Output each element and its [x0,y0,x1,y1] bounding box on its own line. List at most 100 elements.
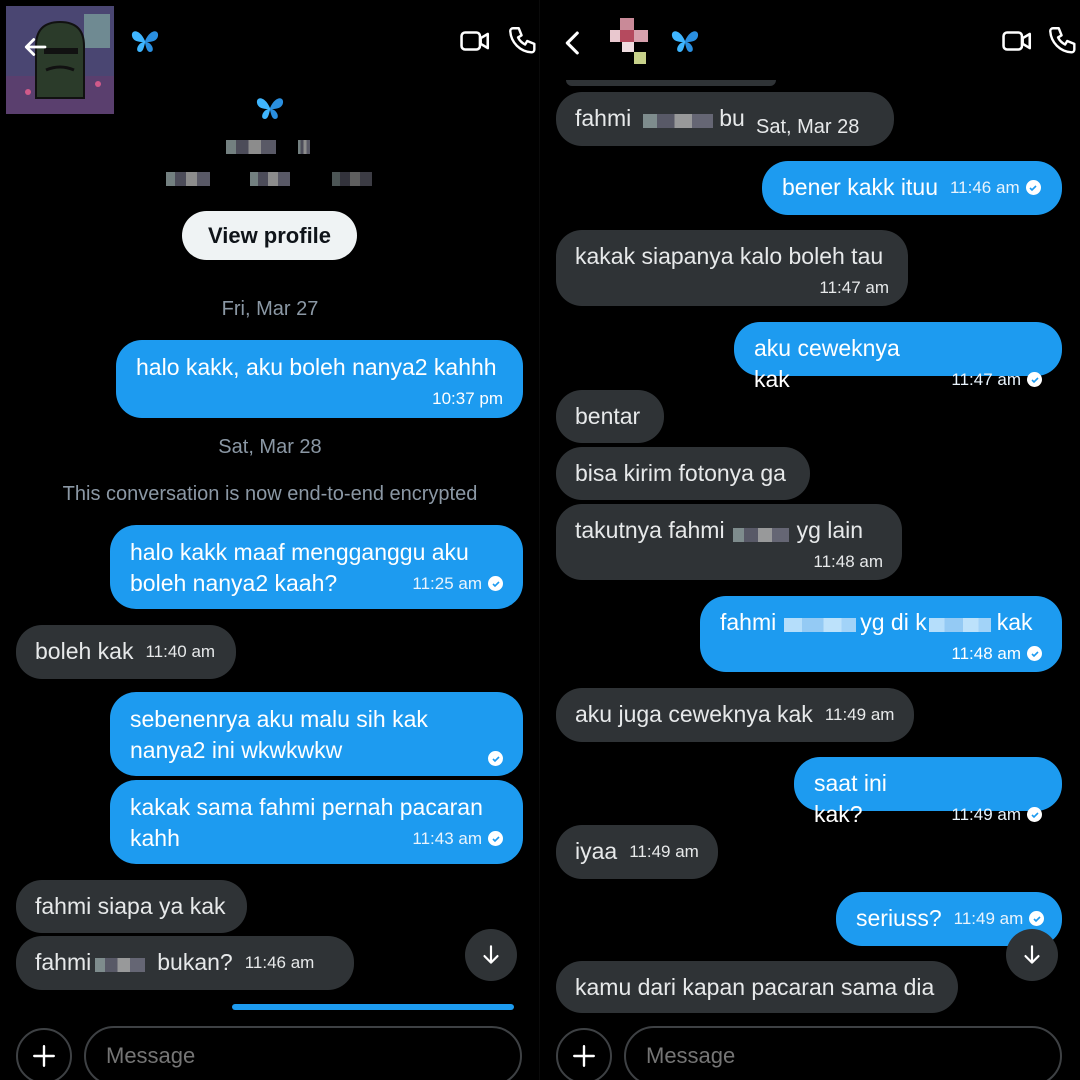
message-text: aku ceweknya kak [754,335,900,392]
message-timestamp: 11:43 am [412,823,503,854]
message-timestamp: 11:48 am [813,552,883,571]
redacted-text [928,618,991,632]
message-timestamp: 11:49 am [951,799,1042,830]
message-bubble-outgoing[interactable]: halo kakk maaf mengganggu aku boleh nany… [110,525,523,609]
add-attachment-button[interactable] [16,1028,72,1080]
read-check-icon [488,751,503,766]
message-bubble-outgoing[interactable]: saat ini kak? 11:49 am [794,757,1062,827]
profile-handle-redacted [166,170,386,186]
message-composer [540,1026,1080,1080]
message-text: halo kakk maaf mengganggu aku [130,539,469,565]
message-text: fahmi [35,949,92,975]
message-text: kakak siapanya kalo boleh tau [575,243,884,269]
redacted-text [784,618,857,632]
message-bubble-outgoing[interactable]: fahmi yg di k kak 11:48 am [700,596,1062,672]
message-timestamp: 11:48 am [720,638,1042,669]
message-bubble-outgoing[interactable]: bener kakk ituu 11:46 am [762,161,1062,215]
read-check-icon [488,576,503,591]
message-input[interactable] [624,1026,1062,1080]
message-text: seriuss? [856,905,942,931]
message-text: boleh nanya2 kaah? [130,570,338,596]
message-timestamp: 11:46 am [244,953,315,972]
message-bubble-incoming[interactable]: aku juga ceweknya kak 11:49 am [556,688,914,742]
message-text: boleh kak [35,638,134,664]
message-timestamp: 11:25 am [412,568,503,599]
message-text: bisa kirim fotonya ga [575,460,786,486]
message-text: fahmi [720,609,777,635]
profile-name-redacted [226,138,316,154]
contact-avatar-redacted[interactable] [610,18,658,64]
plus-icon [33,1045,55,1067]
date-separator: Fri, Mar 27 [221,298,319,320]
video-call-icon[interactable] [458,24,492,58]
partial-incoming-bubble [566,80,776,86]
view-profile-button[interactable]: View profile [182,211,357,260]
message-bubble-outgoing[interactable]: kakak sama fahmi pernah pacaran kahh 11:… [110,780,523,864]
message-text: kakak sama fahmi pernah pacaran [130,794,483,820]
floating-date-header: Sat, Mar 28 [750,116,866,139]
contact-avatar[interactable] [6,6,114,114]
message-bubble-incoming[interactable]: fahmi siapa ya kak [16,880,247,933]
back-arrow-icon[interactable] [556,26,590,60]
read-check-icon [488,831,503,846]
message-bubble-incoming[interactable]: fahmi bukan? 11:46 am [16,936,354,990]
message-bubble-outgoing[interactable]: sebenenrya aku malu sih kak nanya2 ini w… [110,692,523,776]
message-text: yg lain [796,517,864,543]
redacted-text [732,528,789,542]
read-check-icon [1027,807,1042,822]
message-input[interactable] [84,1026,522,1080]
read-check-icon [1027,372,1042,387]
message-text: kahh [130,825,180,851]
message-timestamp: 11:47 am [951,364,1042,395]
message-bubble-incoming[interactable]: iyaa 11:49 am [556,825,718,879]
message-text: fahmi [575,105,632,131]
video-call-icon[interactable] [1000,24,1034,58]
message-text: nanya2 ini wkwkwkw [130,737,343,763]
butterfly-icon [671,31,699,52]
message-text: bukan? [157,949,233,975]
redacted-text [95,958,146,972]
phone-icon[interactable] [1046,24,1080,58]
plus-icon [573,1045,595,1067]
message-bubble-incoming[interactable]: kamu dari kapan pacaran sama dia [556,961,958,1013]
message-timestamp: 11:40 am [145,642,216,661]
encryption-notice: This conversation is now end-to-end encr… [62,483,478,505]
butterfly-icon [256,98,284,119]
message-timestamp: 11:49 am [824,705,895,724]
partial-outgoing-bubble [232,1004,514,1010]
message-bubble-outgoing[interactable]: aku ceweknya kak 11:47 am [734,322,1062,392]
message-text: bener kakk ituu [782,174,938,200]
message-composer [0,1026,540,1080]
scroll-to-bottom-button[interactable] [1006,929,1058,981]
message-timestamp: 11:49 am [629,842,699,861]
read-check-icon [1029,911,1045,926]
left-chat-panel: View profile Fri, Mar 27 halo kakk, aku … [0,0,540,1080]
message-text: aku juga ceweknya kak [575,701,813,727]
date-separator: Sat, Mar 28 [218,436,322,458]
scroll-to-bottom-button[interactable] [465,929,517,981]
back-arrow-icon[interactable] [20,32,50,62]
right-chat-panel: fahmi bu Sat, Mar 28 bener kakk ituu 11:… [540,0,1080,1080]
message-bubble-incoming[interactable]: takutnya fahmi yg lain 11:48 am [556,504,902,580]
message-timestamp: 10:37 pm [432,389,503,408]
message-bubble-incoming[interactable]: kakak siapanya kalo boleh tau 11:47 am [556,230,908,306]
message-text: halo kakk, aku boleh nanya2 kahhh [136,354,497,380]
redacted-text [643,114,714,128]
message-text: saat ini kak? [814,770,887,827]
scroll-down-arrow-icon [1024,945,1040,964]
message-text: bu [719,105,745,131]
message-bubble-outgoing[interactable]: halo kakk, aku boleh nanya2 kahhh 10:37 … [116,340,523,418]
phone-icon[interactable] [506,24,540,58]
message-text: kamu dari kapan pacaran sama dia [575,974,935,1000]
message-text: fahmi siapa ya kak [35,893,226,919]
message-text: takutnya fahmi [575,517,725,543]
message-text: kak [996,609,1033,635]
message-text: yg di k [860,609,927,635]
read-check-icon [1025,180,1041,195]
message-bubble-incoming[interactable]: boleh kak 11:40 am [16,625,236,679]
add-attachment-button[interactable] [556,1028,612,1080]
message-text: bentar [575,403,641,429]
message-bubble-incoming[interactable]: bisa kirim fotonya ga [556,447,810,500]
message-bubble-incoming[interactable]: bentar [556,390,664,443]
butterfly-icon [131,31,159,52]
